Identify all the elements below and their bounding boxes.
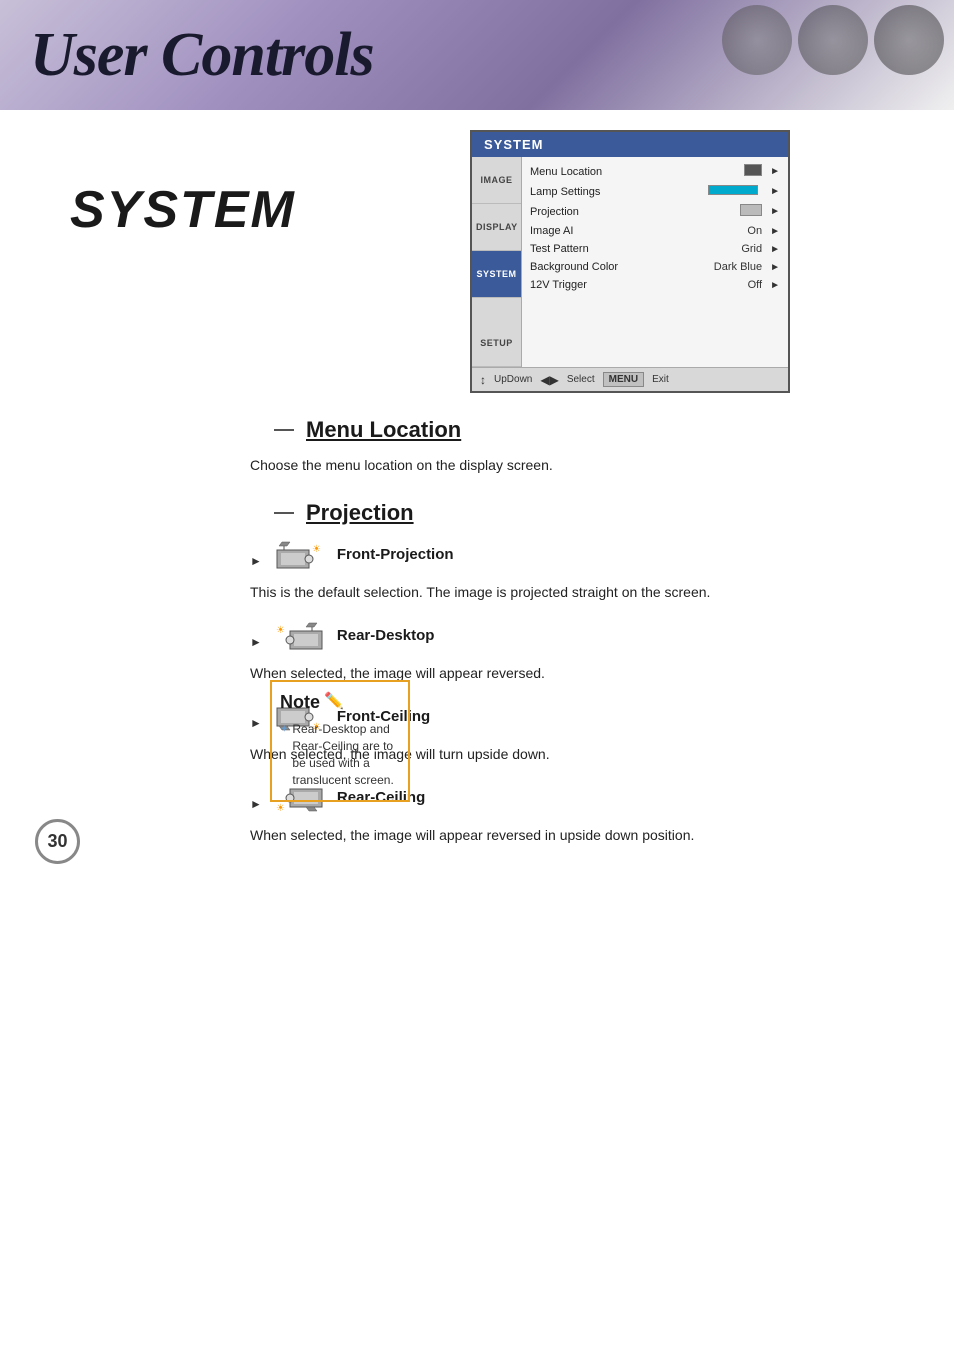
note-item-1: ✦ Rear-Desktop and Rear-Ceiling are to b…: [280, 721, 400, 788]
nav-system[interactable]: SYSTEM: [472, 251, 521, 298]
osd-menu-panel: SYSTEM IMAGE DISPLAY SYSTEM SETUP Menu L…: [470, 130, 790, 393]
osd-footer: ↕ UpDown ◀▶ Select MENU Exit: [472, 367, 788, 391]
arrow-lamp: ►: [770, 186, 780, 197]
content-area: Menu Location Choose the menu location o…: [0, 417, 954, 884]
menu-location-desc: Choose the menu location on the display …: [250, 455, 924, 476]
option-rear-desktop: ► ☀ Rear-Desktop When selected, the imag…: [250, 619, 924, 684]
rear-desktop-icon: ☀: [272, 619, 327, 657]
arrow-front-ceiling: ►: [250, 716, 262, 730]
osd-nav: IMAGE DISPLAY SYSTEM SETUP: [472, 157, 522, 367]
arrow-front-proj: ►: [250, 554, 262, 568]
arrow-menu-location: ►: [770, 166, 780, 177]
front-projection-icon: ☀: [272, 538, 327, 576]
svg-text:☀: ☀: [276, 625, 285, 636]
page-title: User Controls: [0, 20, 374, 91]
menu-location-heading: Menu Location: [250, 417, 924, 443]
option-front-projection: ► ☀ Front-Projection This is the default…: [250, 538, 924, 603]
note-title: Note: [280, 690, 320, 715]
deco-circle-1: [722, 5, 792, 75]
osd-row-test-pattern[interactable]: Test Pattern Grid ►: [522, 240, 788, 258]
osd-row-12v[interactable]: 12V Trigger Off ►: [522, 276, 788, 294]
osd-row-lamp[interactable]: Lamp Settings ►: [522, 182, 788, 201]
projection-heading: Projection: [250, 500, 924, 526]
note-header: Note ✏️: [280, 690, 400, 715]
svg-text:☀: ☀: [276, 803, 285, 814]
updown-label: UpDown: [494, 374, 532, 385]
nav-setup[interactable]: SETUP: [472, 298, 521, 367]
deco-circle-3: [874, 5, 944, 75]
menu-location-section: Menu Location Choose the menu location o…: [250, 417, 924, 476]
arrow-rear-ceiling: ►: [250, 797, 262, 811]
select-label: Select: [567, 374, 595, 385]
updown-icon: ↕: [480, 373, 486, 387]
arrow-rear-desktop: ►: [250, 635, 262, 649]
arrow-12v: ►: [770, 280, 780, 291]
osd-row-image-ai[interactable]: Image AI On ►: [522, 222, 788, 240]
osd-items: Menu Location ► Lamp Settings: [522, 157, 788, 367]
svg-text:☀: ☀: [312, 544, 321, 555]
header-decoration: [722, 5, 944, 75]
nav-display[interactable]: DISPLAY: [472, 204, 521, 251]
osd-row-projection[interactable]: Projection ►: [522, 201, 788, 222]
pencil-icon: ✏️: [324, 691, 344, 713]
osd-title: SYSTEM: [472, 132, 788, 157]
osd-row-menu-location[interactable]: Menu Location ►: [522, 161, 788, 182]
system-title: SYSTEM: [70, 180, 430, 240]
nav-image[interactable]: IMAGE: [472, 157, 521, 204]
arrow-image-ai: ►: [770, 226, 780, 237]
projection-section: Projection Note ✏️ ✦ Rear-Desktop and Re…: [250, 500, 924, 846]
select-icon: ◀▶: [540, 373, 558, 387]
front-proj-desc: This is the default selection. The image…: [250, 582, 924, 603]
arrow-projection: ►: [770, 206, 780, 217]
diamond-icon: ✦: [280, 723, 288, 737]
note-box: Note ✏️ ✦ Rear-Desktop and Rear-Ceiling …: [270, 680, 410, 802]
arrow-bg-color: ►: [770, 262, 780, 273]
rear-desktop-label: Rear-Desktop: [337, 627, 435, 644]
left-panel: SYSTEM: [20, 120, 460, 260]
front-proj-label: Front-Projection: [337, 546, 454, 563]
osd-row-bg-color[interactable]: Background Color Dark Blue ►: [522, 258, 788, 276]
page-number: 30: [35, 819, 80, 864]
rear-ceiling-desc: When selected, the image will appear rev…: [250, 825, 924, 846]
osd-menu: SYSTEM IMAGE DISPLAY SYSTEM SETUP Menu L…: [470, 130, 790, 393]
deco-circle-2: [798, 5, 868, 75]
arrow-test-pattern: ►: [770, 244, 780, 255]
exit-label: Exit: [652, 374, 669, 385]
header-banner: User Controls: [0, 0, 954, 110]
osd-sidebar: IMAGE DISPLAY SYSTEM SETUP Menu Location: [472, 157, 788, 367]
menu-button[interactable]: MENU: [603, 372, 644, 387]
